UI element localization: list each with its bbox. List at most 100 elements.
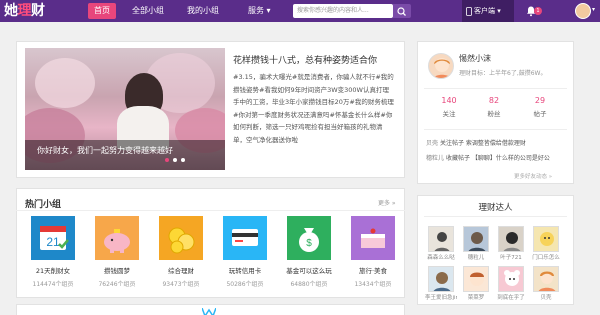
- phone-icon: [466, 6, 472, 16]
- expert-item[interactable]: 李王爱旧急jimmy: [425, 266, 457, 301]
- group-item[interactable]: 综合理财 93473个组员: [149, 216, 213, 296]
- svg-text:21: 21: [46, 235, 60, 249]
- stat-number: 140: [441, 96, 457, 105]
- coins-icon: [159, 216, 203, 260]
- expert-avatar: [533, 226, 559, 252]
- calendar-icon: 21: [31, 216, 75, 260]
- friend-activity-item[interactable]: 穗粒儿 收藏帖子 【聊聊】什么样的公司是好公: [426, 153, 568, 162]
- expert-avatar: [498, 266, 524, 292]
- cake-icon: [351, 216, 395, 260]
- more-groups-link[interactable]: 更多 »: [378, 198, 396, 207]
- search-button[interactable]: [393, 4, 411, 18]
- piggy-bank-icon: [95, 216, 139, 260]
- expert-avatar: [498, 226, 524, 252]
- activity-text: 收藏帖子 【聊聊】什么样的公司是好公: [445, 155, 550, 162]
- expert-avatar: [428, 266, 454, 292]
- chevron-down-icon: ▾: [497, 7, 501, 15]
- expert-item[interactable]: 贝壳: [530, 266, 562, 301]
- group-name: 综合理财: [168, 267, 194, 275]
- stat-label: 帖子: [533, 110, 547, 118]
- activity-user[interactable]: 穗粒儿: [426, 155, 444, 162]
- expert-name: 穗粒儿: [467, 255, 485, 261]
- featured-body[interactable]: #3.15，骗术大曝光#就是消费者，你骗人就不行#我的攒钱姿势#看我如何9年时间…: [233, 71, 395, 171]
- stat-label: 关注: [442, 110, 456, 118]
- slide-dot[interactable]: [173, 158, 177, 162]
- profile-name[interactable]: 惕然小沫: [459, 53, 491, 64]
- stat-following[interactable]: 140 关注: [429, 96, 469, 118]
- client-label: 客户端: [474, 7, 495, 15]
- stat-label: 粉丝: [487, 110, 501, 118]
- expert-name: 叶子721: [500, 255, 522, 261]
- stat-number: 82: [488, 96, 500, 105]
- expert-name: 李王爱旧急jimmy: [425, 295, 457, 301]
- search-icon: [397, 7, 406, 16]
- activity-text: 关注帖子 索调整皆偿给借款理财: [439, 140, 526, 147]
- divider: [424, 88, 567, 89]
- expert-avatar: [533, 266, 559, 292]
- chevron-down-icon: ▾: [266, 6, 271, 15]
- decor-icon: [202, 308, 216, 315]
- expert-item[interactable]: 门口乐怎么: [530, 226, 562, 261]
- group-name: 攒钱圆梦: [104, 267, 130, 275]
- group-item[interactable]: 玩转信用卡 50286个组员: [213, 216, 277, 296]
- divider: [16, 210, 405, 211]
- group-name: 玩转信用卡: [228, 267, 262, 275]
- expert-name: 森森么么哒: [427, 255, 455, 261]
- group-member-count: 64880个组员: [290, 281, 328, 288]
- group-member-count: 13434个组员: [354, 281, 392, 288]
- divider: [424, 129, 567, 130]
- expert-avatar: [428, 226, 454, 252]
- group-member-count: 93473个组员: [162, 281, 200, 288]
- activity-user[interactable]: 贝壳: [426, 140, 438, 147]
- divider: [424, 216, 567, 217]
- expert-item[interactable]: 森森么么哒: [425, 226, 457, 261]
- expert-avatar: [463, 266, 489, 292]
- stat-number: 29: [534, 96, 546, 105]
- slide-dot[interactable]: [181, 158, 185, 162]
- expert-name: 门口乐怎么: [532, 255, 560, 261]
- svg-text:$: $: [306, 238, 312, 249]
- notification-badge: 1: [534, 7, 542, 15]
- group-item[interactable]: 21 21天削财女 114474个组员: [21, 216, 85, 296]
- nav-services[interactable]: 服务 ▾: [242, 3, 277, 19]
- money-bag-icon: $: [287, 216, 331, 260]
- stat-posts[interactable]: 29 帖子: [520, 96, 560, 118]
- expert-item[interactable]: 菜菜罗: [460, 266, 492, 301]
- search-input[interactable]: 搜索你感兴趣的内容和人...: [293, 4, 393, 18]
- stat-followers[interactable]: 82 粉丝: [474, 96, 514, 118]
- expert-item[interactable]: 穗粒儿: [460, 226, 492, 261]
- group-item[interactable]: 旅行·美食 13434个组员: [341, 216, 405, 296]
- group-member-count: 76246个组员: [98, 281, 136, 288]
- slide-indicators: [165, 147, 189, 166]
- nav-services-label: 服务: [248, 6, 264, 15]
- profile-avatar[interactable]: [428, 53, 454, 79]
- credit-card-icon: [223, 216, 267, 260]
- group-item[interactable]: $ 基金可以这么玩 64880个组员: [277, 216, 341, 296]
- group-name: 基金可以这么玩: [286, 267, 332, 275]
- nav-home[interactable]: 首页: [88, 3, 116, 19]
- expert-item[interactable]: 到底在乎了: [495, 266, 527, 301]
- user-avatar[interactable]: [575, 3, 591, 19]
- featured-title[interactable]: 花样攒钱十八式，总有种姿势适合你: [233, 53, 377, 66]
- more-activity-link[interactable]: 更多好友动态 »: [514, 172, 552, 180]
- nav-my-groups[interactable]: 我的小组: [181, 3, 225, 19]
- group-name: 21天削财女: [35, 267, 71, 275]
- logo-char-2: 理: [17, 3, 32, 19]
- group-member-count: 50286个组员: [226, 281, 264, 288]
- experts-title: 理财达人: [478, 203, 513, 213]
- next-section-card: [16, 304, 405, 315]
- friend-activity-item[interactable]: 贝壳 关注帖子 索调整皆偿给借款理财: [426, 138, 568, 147]
- nav-all-groups[interactable]: 全部小组: [126, 3, 170, 19]
- expert-name: 贝壳: [540, 295, 552, 301]
- group-member-count: 114474个组员: [32, 281, 74, 288]
- chevron-down-icon[interactable]: ▾: [592, 6, 595, 13]
- slide-dot[interactable]: [165, 158, 169, 162]
- group-item[interactable]: 攒钱圆梦 76246个组员: [85, 216, 149, 296]
- profile-goal: 理财目标：上半年6了,鼓攒6W。: [459, 70, 547, 77]
- client-app-button[interactable]: 客户端 ▾: [462, 0, 514, 22]
- expert-item[interactable]: 叶子721: [495, 226, 527, 261]
- featured-image[interactable]: 你好财女，我们一起努力变得越来越好: [25, 48, 225, 170]
- logo-char-1: 她: [4, 3, 18, 19]
- hot-groups-title: 热门小组: [25, 200, 62, 210]
- site-logo[interactable]: 她理财: [4, 2, 45, 20]
